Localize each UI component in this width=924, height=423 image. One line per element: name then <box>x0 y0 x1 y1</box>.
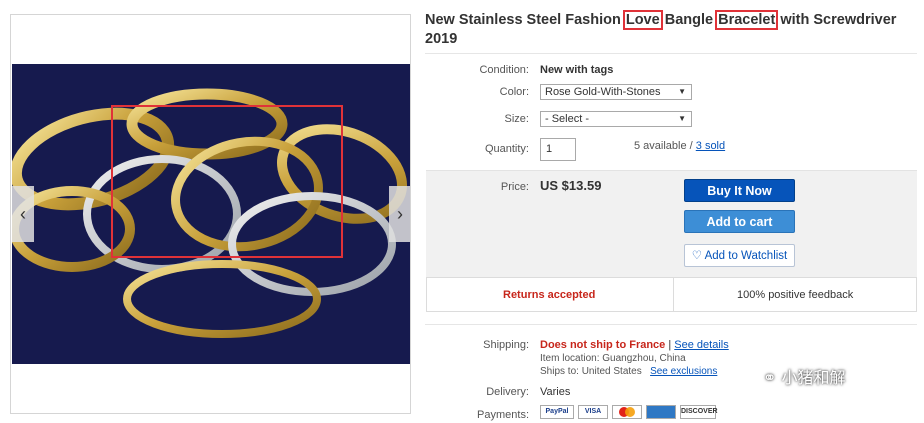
watermark: ⚭ 小猪和解 <box>763 364 846 392</box>
watermark-text: 小猪和解 <box>781 368 846 387</box>
dropdown-arrow-icon: ▼ <box>678 87 686 96</box>
separator: | <box>665 339 675 351</box>
delivery-value: Varies <box>540 386 571 398</box>
shipping-status: Does not ship to France | See details <box>540 339 729 351</box>
payments-label: Payments: <box>477 409 529 421</box>
title-text: New Stainless Steel Fashion <box>425 12 625 28</box>
see-exclusions-link[interactable]: See exclusions <box>650 366 717 377</box>
divider <box>673 278 674 311</box>
shipping-status-text: Does not ship to France <box>540 339 666 351</box>
wechat-icon: ⚭ <box>763 368 777 387</box>
quantity-availability: 5 available / 3 sold <box>634 140 725 152</box>
color-select[interactable]: Rose Gold-With-Stones ▼ <box>540 84 692 100</box>
returns-accepted: Returns accepted <box>503 289 596 301</box>
positive-feedback: 100% positive feedback <box>737 289 854 301</box>
size-select-value: - Select - <box>545 113 590 125</box>
title-text: Bangle <box>660 12 718 28</box>
title-highlight-love: Love <box>622 10 663 30</box>
dropdown-arrow-icon: ▼ <box>678 114 686 123</box>
ships-to: Ships to: United States See exclusions <box>540 366 717 377</box>
highlight-box <box>111 105 343 258</box>
title-highlight-bracelet: Bracelet <box>715 10 779 30</box>
sold-link[interactable]: 3 sold <box>696 140 725 152</box>
quantity-input[interactable]: 1 <box>540 138 576 161</box>
item-location: Item location: Guangzhou, China <box>540 353 686 364</box>
ships-to-text: Ships to: United States <box>540 366 642 377</box>
condition-value: New with tags <box>540 64 614 76</box>
see-details-link[interactable]: See details <box>674 339 728 351</box>
divider <box>425 324 917 325</box>
size-select[interactable]: - Select - ▼ <box>540 111 692 127</box>
shipping-label: Shipping: <box>483 339 529 351</box>
add-to-watchlist-button[interactable]: ♡ Add to Watchlist <box>684 244 795 267</box>
quantity-label: Quantity: <box>484 143 529 155</box>
price-value: US $13.59 <box>540 178 602 193</box>
add-to-cart-button[interactable]: Add to cart <box>684 210 795 233</box>
condition-label: Condition: <box>479 64 529 76</box>
divider <box>425 53 917 54</box>
chevron-left-icon[interactable]: ‹ <box>12 186 34 242</box>
heart-icon: ♡ <box>691 250 703 262</box>
color-select-value: Rose Gold-With-Stones <box>545 86 661 98</box>
buy-it-now-button[interactable]: Buy It Now <box>684 179 795 202</box>
color-label: Color: <box>499 86 529 98</box>
returns-feedback-bar: Returns accepted 100% positive feedback <box>426 277 917 312</box>
available-text: 5 available / <box>634 140 696 152</box>
size-label: Size: <box>504 113 529 125</box>
watchlist-label: Add to Watchlist <box>704 250 788 262</box>
price-label: Price: <box>500 181 529 193</box>
chevron-right-icon[interactable]: › <box>389 186 410 242</box>
delivery-label: Delivery: <box>486 386 529 398</box>
product-photo[interactable]: ‹ › <box>12 64 410 364</box>
product-image-panel: ‹ › <box>10 14 411 414</box>
product-title: New Stainless Steel Fashion Love Bangle … <box>425 10 917 49</box>
